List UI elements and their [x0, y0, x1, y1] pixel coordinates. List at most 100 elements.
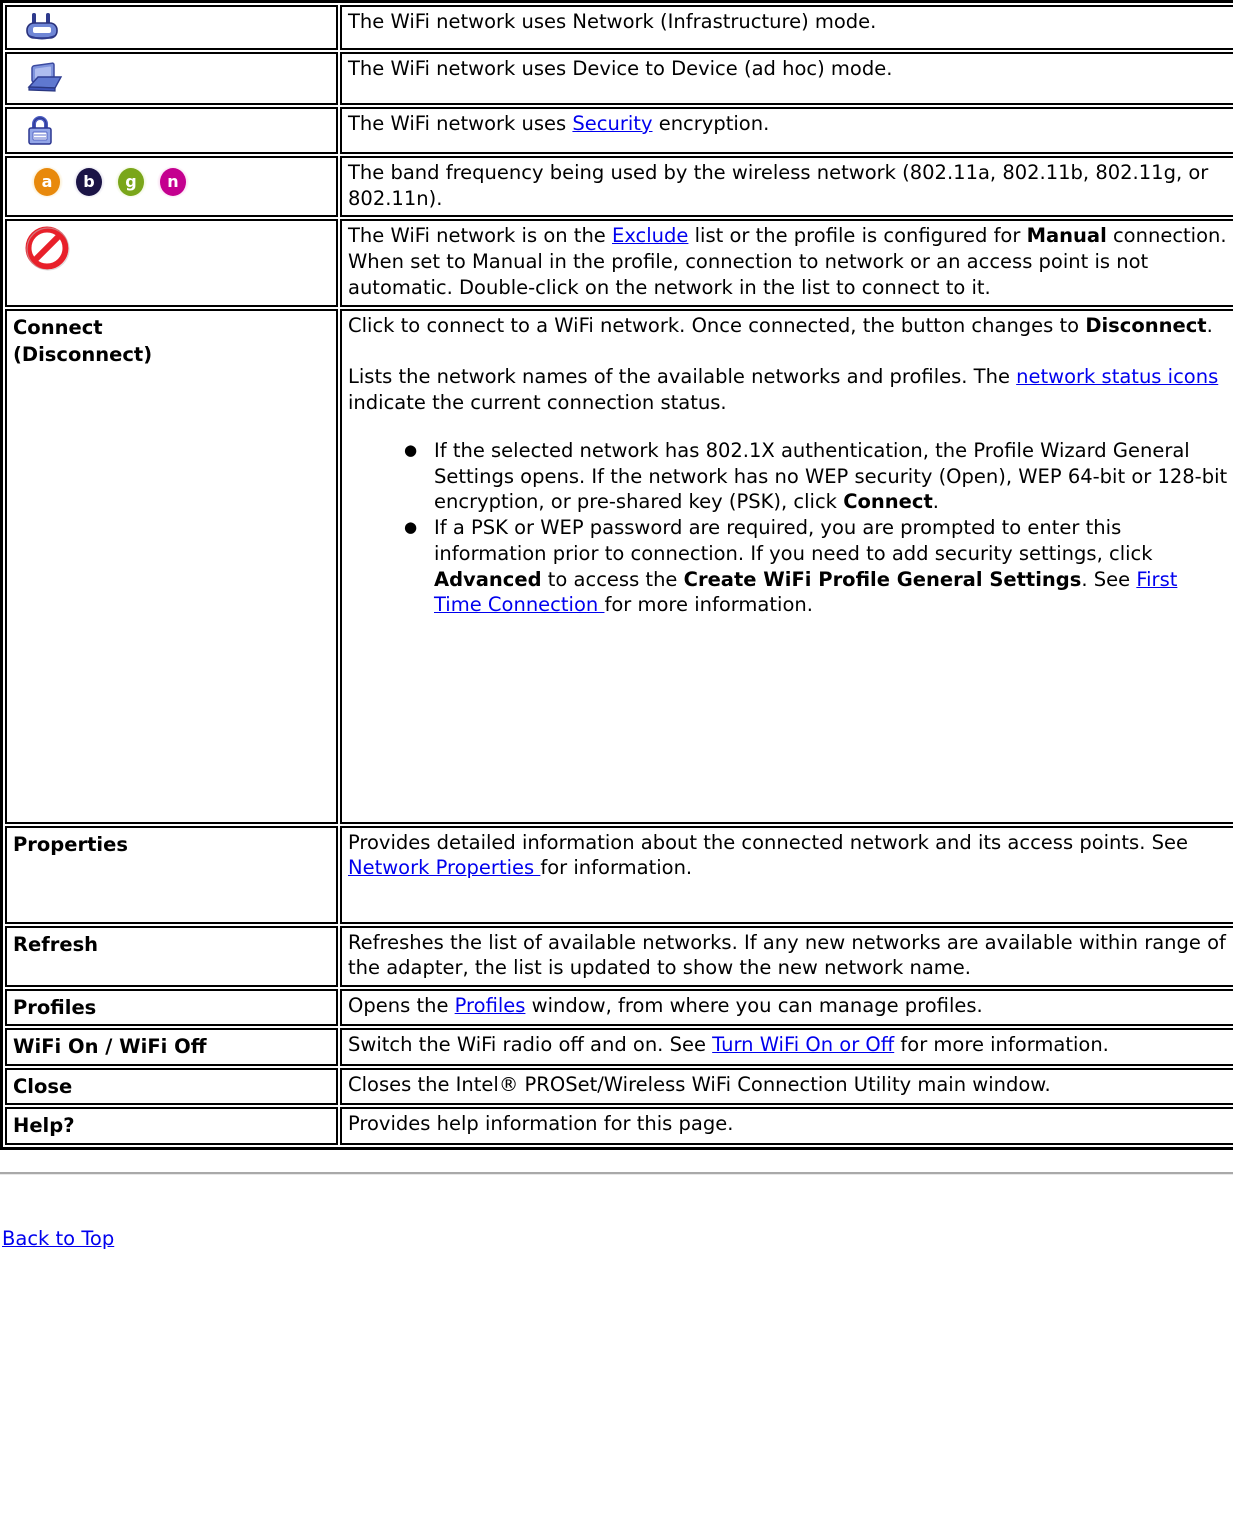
band-g-glyph: g	[118, 168, 144, 196]
body-text: for more information.	[604, 593, 813, 617]
body-text: If the selected network has 802.1X authe…	[434, 438, 1228, 514]
row-desc-cell-help: Provides help information for this page.	[340, 1107, 1233, 1145]
row-label: Properties	[13, 832, 128, 856]
connect-description-para-1: Click to connect to a WiFi network. Once…	[348, 313, 1229, 339]
body-text: to access the	[541, 567, 684, 591]
body-text: Provides detailed information about the …	[348, 830, 1188, 854]
band-b-icon: b	[73, 166, 105, 198]
table-row: Properties Provides detailed information …	[5, 825, 1233, 924]
no-entry-icon	[13, 223, 331, 274]
body-text: Refreshes the list of available networks…	[348, 930, 1226, 980]
connect-bullet-list: If the selected network has 802.1X authe…	[348, 438, 1229, 618]
body-text: Closes the Intel® PROSet/Wireless WiFi C…	[348, 1072, 1051, 1096]
body-text: Switch the WiFi radio off and on. See	[348, 1033, 713, 1057]
body-text: . See	[1081, 567, 1137, 591]
table-row: Help? Provides help information for this …	[5, 1107, 1233, 1145]
inline-link[interactable]: Turn WiFi On or Off	[712, 1033, 894, 1056]
body-text: .	[932, 490, 939, 514]
help-page: The WiFi network uses Network (Infrastru…	[0, 0, 1233, 1251]
inline-link[interactable]: Security	[572, 112, 652, 135]
connect-label-line1: Connect	[13, 315, 103, 339]
page-footer: Back to Top	[0, 1175, 1233, 1252]
emphasis-text: Disconnect	[1085, 313, 1207, 337]
row-label: Refresh	[13, 932, 99, 956]
body-text: encryption.	[652, 112, 770, 135]
row-icon-cell	[5, 219, 338, 307]
row-desc-cell: The WiFi network is on the Exclude list …	[340, 219, 1233, 307]
inline-link[interactable]: network status icons	[1016, 365, 1218, 388]
row-desc-cell: The band frequency being used by the wir…	[340, 156, 1233, 218]
band-b-glyph: b	[76, 168, 102, 196]
band-g-icon: g	[115, 166, 147, 198]
wifi-options-table: The WiFi network uses Network (Infrastru…	[0, 0, 1233, 1150]
inline-link[interactable]: Profiles	[455, 994, 526, 1017]
row-description: Opens the Profiles window, from where yo…	[348, 993, 1229, 1019]
row-description: The WiFi network is on the Exclude list …	[348, 223, 1229, 300]
body-text: Opens the	[348, 994, 455, 1018]
table-row: The WiFi network is on the Exclude list …	[5, 219, 1233, 307]
row-icon-cell	[5, 107, 338, 154]
row-desc-cell-close: Closes the Intel® PROSet/Wireless WiFi C…	[340, 1067, 1233, 1106]
row-label: Close	[13, 1074, 73, 1098]
band-frequency-icons: abgn	[13, 160, 331, 206]
emphasis-text: Connect	[843, 490, 933, 514]
row-desc-cell-connect: Click to connect to a WiFi network. Once…	[340, 308, 1233, 824]
row-label-cell-help: Help?	[5, 1107, 338, 1145]
row-description: The WiFi network uses Network (Infrastru…	[348, 9, 1229, 35]
band-a-glyph: a	[34, 168, 60, 196]
body-text: The band frequency being used by the wir…	[348, 161, 1209, 210]
body-text: The WiFi network uses Device to Device (…	[348, 57, 893, 80]
row-desc-cell-wifi-on-off: Switch the WiFi radio off and on. See Tu…	[340, 1028, 1233, 1066]
inline-link[interactable]: Network Properties	[348, 856, 540, 879]
row-description: Provides help information for this page.	[348, 1111, 1229, 1137]
row-label-cell-wifi-on-off: WiFi On / WiFi Off	[5, 1028, 338, 1066]
connect-description-para-2: Lists the network names of the available…	[348, 364, 1229, 415]
body-text: Lists the network names of the available…	[348, 365, 1017, 389]
row-desc-cell: The WiFi network uses Network (Infrastru…	[340, 5, 1233, 50]
table-row: a b g n The band frequency being used by the…	[5, 156, 1233, 218]
row-label-cell-properties: Properties	[5, 825, 338, 924]
band-a-icon: a	[31, 166, 63, 198]
inline-link[interactable]: Exclude	[612, 224, 688, 247]
list-item: If the selected network has 802.1X authe…	[404, 438, 1229, 515]
body-text: The WiFi network is on the	[348, 224, 613, 248]
row-desc-cell: The WiFi network uses Device to Device (…	[340, 52, 1233, 105]
row-icon-cell	[5, 52, 338, 105]
emphasis-text: Advanced	[434, 567, 542, 591]
row-description: Closes the Intel® PROSet/Wireless WiFi C…	[348, 1072, 1229, 1098]
row-description: Provides detailed information about the …	[348, 830, 1229, 881]
connect-label-line2: (Disconnect)	[13, 343, 153, 367]
row-label: WiFi On / WiFi Off	[13, 1035, 207, 1059]
back-to-top-link[interactable]: Back to Top	[2, 1227, 114, 1250]
band-n-glyph: n	[160, 168, 186, 196]
row-description: The WiFi network uses Device to Device (…	[348, 56, 1229, 82]
body-text: The WiFi network uses Network (Infrastru…	[348, 10, 877, 33]
laptop-device-icon	[13, 56, 331, 99]
body-text: If a PSK or WEP password are required, y…	[434, 516, 1153, 565]
padlock-icon	[13, 111, 331, 148]
table-row: Refresh Refreshes the list of available n…	[5, 925, 1233, 988]
row-label-cell-profiles: Profiles	[5, 989, 338, 1027]
row-desc-cell-refresh: Refreshes the list of available networks…	[340, 925, 1233, 988]
row-desc-cell-profiles: Opens the Profiles window, from where yo…	[340, 989, 1233, 1027]
body-text: Click to connect to a WiFi network. Once…	[348, 313, 1086, 337]
row-description: Refreshes the list of available networks…	[348, 930, 1229, 981]
table-row-connect: Connect (Disconnect) Click to connect to…	[5, 308, 1233, 824]
emphasis-text: Manual	[1026, 224, 1107, 248]
emphasis-text: Create WiFi Profile General Settings	[683, 567, 1082, 591]
table-row: The WiFi network uses Device to Device (…	[5, 52, 1233, 105]
row-label-cell-connect: Connect (Disconnect)	[5, 308, 338, 824]
table-body: The WiFi network uses Network (Infrastru…	[5, 5, 1233, 1145]
row-label-cell-refresh: Refresh	[5, 925, 338, 988]
row-label: Profiles	[13, 996, 97, 1020]
wifi-router-icon	[13, 9, 331, 44]
body-text: Provides help information for this page.	[348, 1112, 734, 1136]
body-text: for more information.	[894, 1033, 1109, 1057]
list-item: If a PSK or WEP password are required, y…	[404, 515, 1229, 618]
row-label: Help?	[13, 1114, 75, 1138]
band-n-icon: n	[157, 166, 189, 198]
body-text: for information.	[540, 856, 693, 880]
row-description: The WiFi network uses Security encryptio…	[348, 111, 1229, 137]
row-label-cell-close: Close	[5, 1067, 338, 1106]
body-text: The WiFi network uses	[348, 112, 573, 135]
